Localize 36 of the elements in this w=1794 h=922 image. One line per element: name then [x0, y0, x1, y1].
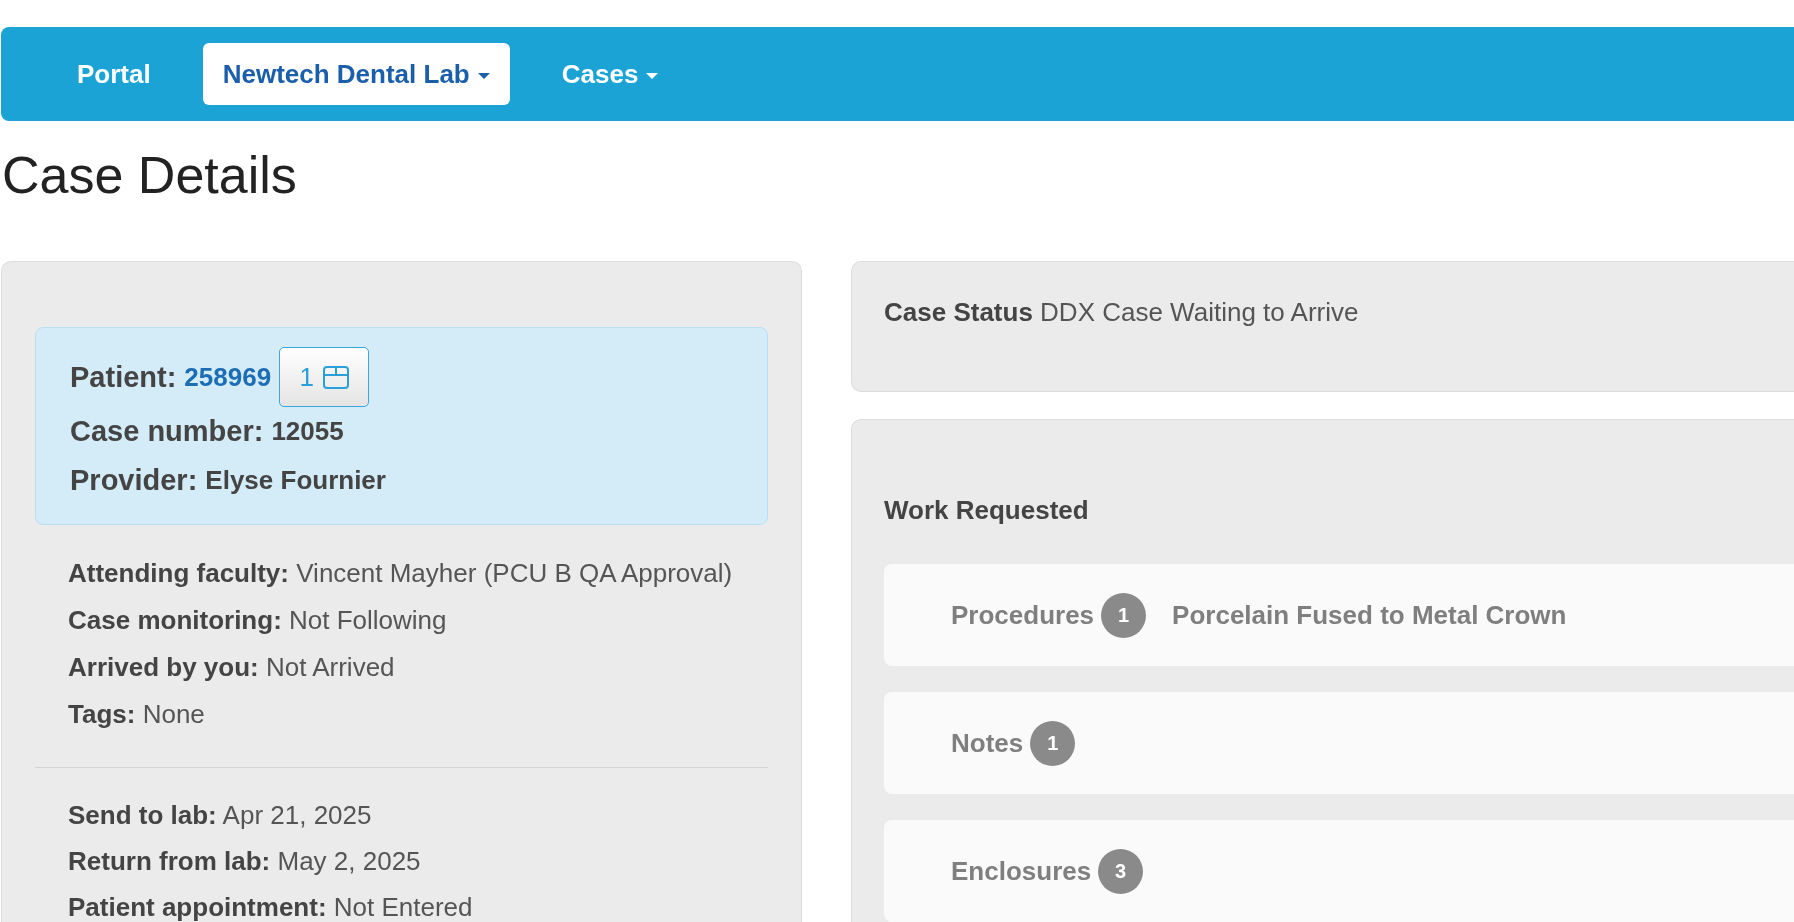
- field-value: Vincent Mayher (PCU B QA Approval): [296, 558, 733, 588]
- nav-link[interactable]: Cases: [541, 43, 679, 105]
- field-value: Apr 21, 2025: [222, 800, 372, 830]
- field-label: Case monitoring:: [68, 605, 282, 635]
- field-label: Tags:: [68, 699, 136, 729]
- field-label: Patient appointment:: [68, 892, 327, 922]
- count-badge: 3: [1098, 848, 1144, 894]
- section-heading: Work Requested: [884, 495, 1089, 525]
- box-count-button[interactable]: 1: [279, 347, 370, 407]
- section-title: Enclosures: [951, 855, 1092, 887]
- field-value: Elyse Fournier: [205, 465, 386, 496]
- page-title: Case Details: [2, 147, 298, 204]
- field-label: Patient:: [70, 360, 177, 394]
- nav-link[interactable]: Portal: [57, 43, 171, 105]
- section-summary: Porcelain Fused to Metal Crown: [1172, 599, 1567, 631]
- count-badge: 1: [1101, 592, 1147, 638]
- field-label: Provider:: [70, 464, 198, 497]
- field-label: Return from lab:: [68, 846, 271, 876]
- status-label: Case Status: [884, 297, 1033, 327]
- field-value: 12055: [271, 416, 344, 447]
- status-value: DDX Case Waiting to Arrive: [1040, 297, 1359, 327]
- field-value: Not Arrived: [265, 652, 395, 682]
- section-title: Notes: [951, 727, 1024, 759]
- field-label: Case number:: [70, 415, 264, 448]
- nav-link[interactable]: Newtech Dental Lab: [202, 43, 510, 105]
- field-label: Arrived by you:: [68, 652, 259, 682]
- count-badge: 1: [1030, 720, 1076, 766]
- field-value: Not Entered: [333, 892, 473, 922]
- patient-link[interactable]: 258969: [184, 361, 272, 393]
- field-label: Send to lab:: [68, 800, 217, 830]
- field-value: May 2, 2025: [277, 846, 421, 876]
- box-icon: [322, 365, 349, 389]
- field-label: Attending faculty:: [68, 558, 289, 588]
- section-title: Procedures: [951, 599, 1095, 631]
- field-value: Not Following: [289, 605, 447, 635]
- field-value: None: [142, 699, 205, 729]
